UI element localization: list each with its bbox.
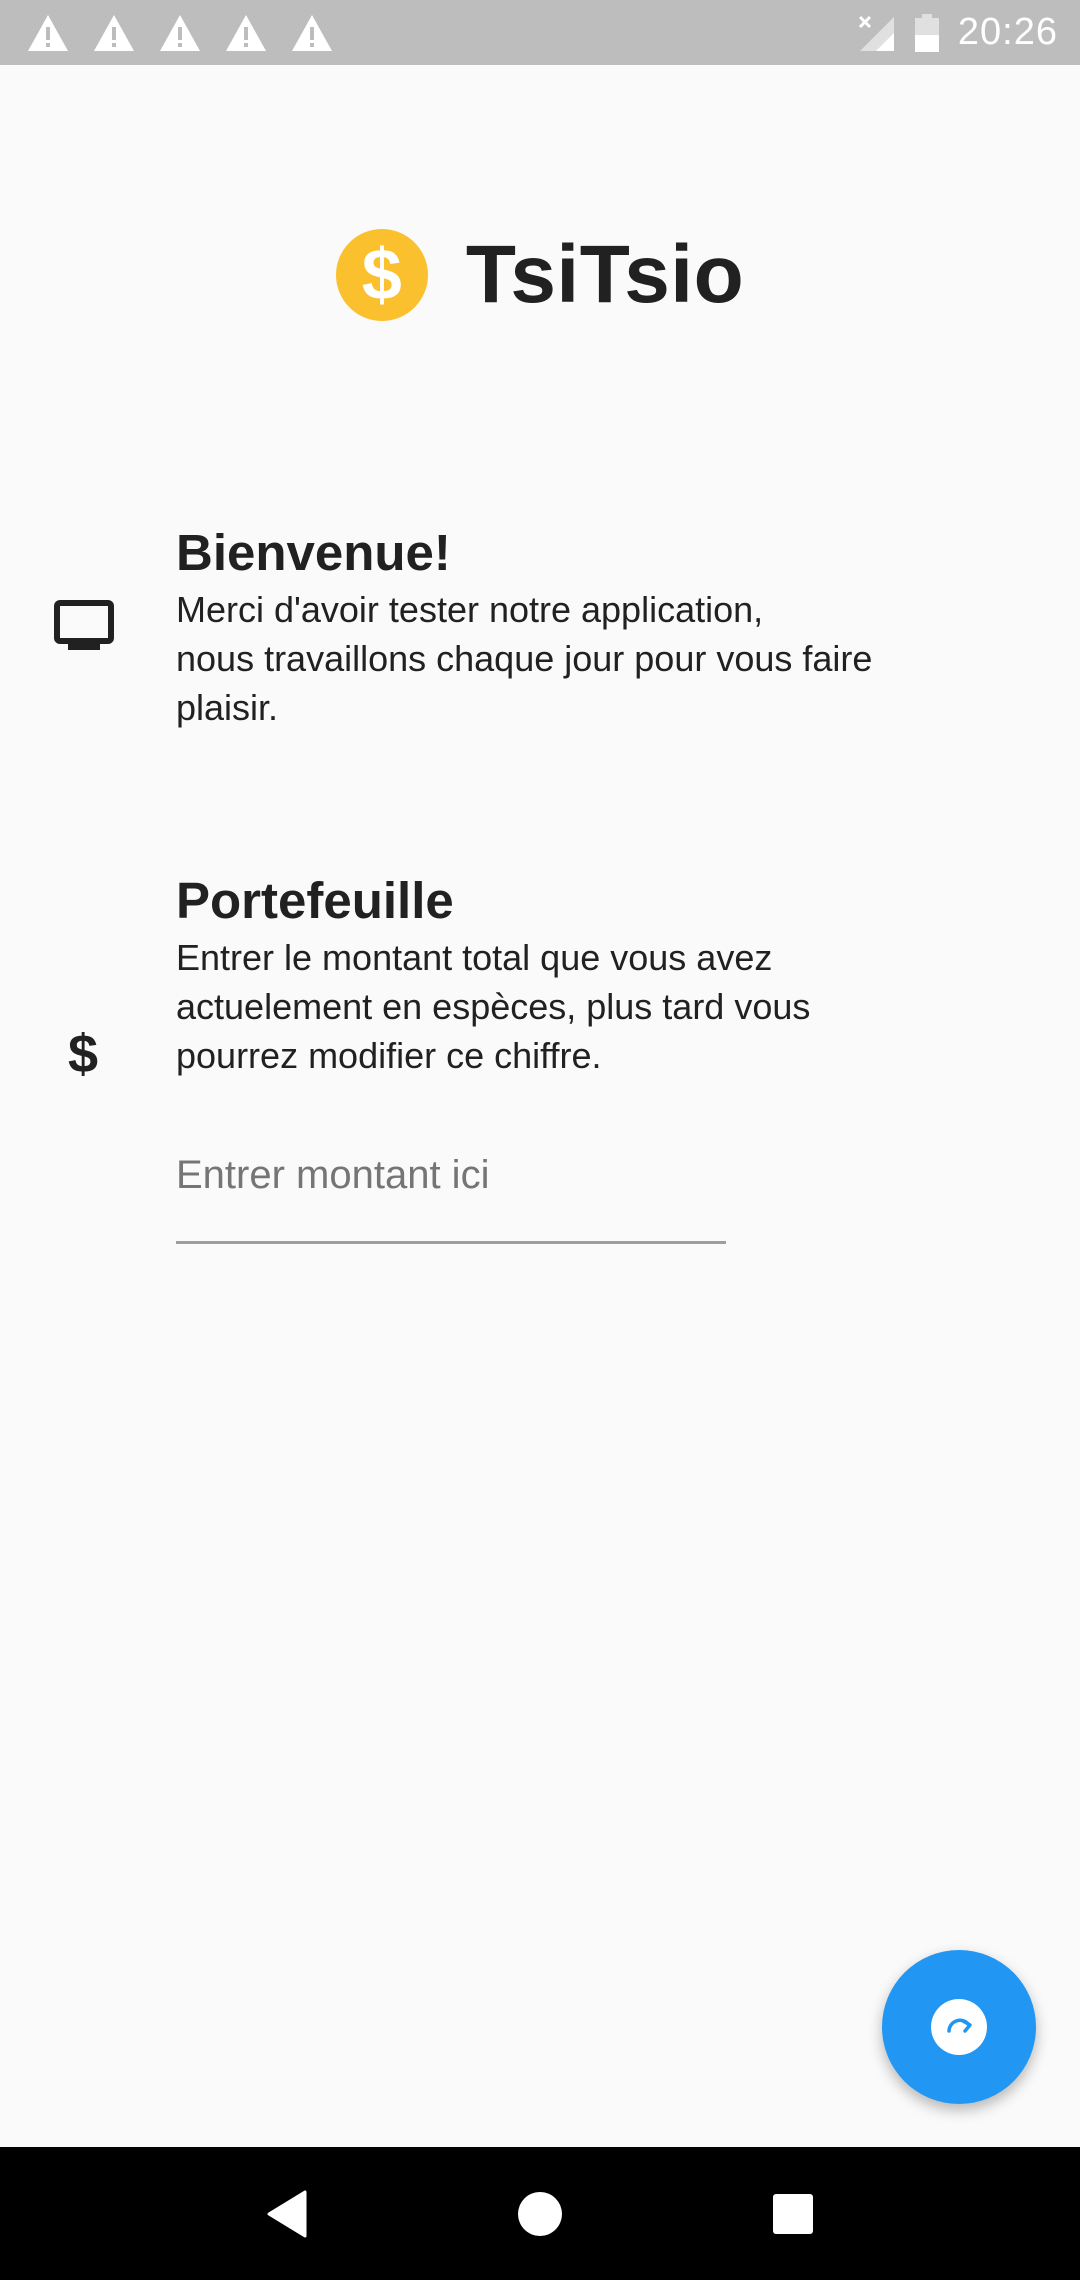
no-signal-icon (858, 15, 894, 51)
wallet-text: Entrer le montant total que vous avez ac… (176, 937, 811, 1077)
status-time: 20:26 (957, 11, 1058, 53)
coin-symbol: $ (361, 235, 402, 315)
app-screen: 20:26 $ TsiTsio Bienvenue! Merci d'avoir… (0, 0, 1080, 2280)
system-nav-bar (0, 2147, 1080, 2280)
welcome-section: Bienvenue! Merci d'avoir tester notre ap… (0, 524, 1080, 745)
back-button[interactable] (237, 2164, 337, 2264)
wallet-title: Portefeuille (176, 872, 454, 929)
back-triangle-icon (267, 2190, 307, 2237)
dollar-icon: $ (68, 1024, 99, 1084)
welcome-text: Merci d'avoir tester notre application, … (176, 589, 873, 729)
warning-icon (292, 14, 332, 51)
recents-square-icon (773, 2193, 814, 2234)
monitor-icon (54, 600, 114, 650)
warning-icon (28, 14, 68, 51)
welcome-title: Bienvenue! (176, 524, 451, 581)
refresh-icon (931, 1999, 987, 2055)
notification-icons (26, 13, 334, 53)
warning-icon (226, 14, 266, 51)
battery-icon (914, 13, 939, 52)
recents-button[interactable] (743, 2164, 843, 2264)
amount-field[interactable] (176, 1140, 726, 1244)
warning-icon (94, 14, 134, 51)
app-header: $ TsiTsio (0, 225, 1080, 325)
status-indicators: 20:26 (856, 11, 1058, 54)
refresh-fab-button[interactable] (882, 1950, 1036, 2104)
amount-input[interactable] (176, 1140, 726, 1210)
status-bar: 20:26 (0, 0, 1080, 65)
welcome-body: Bienvenue! Merci d'avoir tester notre ap… (176, 524, 1026, 732)
home-circle-icon (517, 2191, 562, 2236)
warning-icon (160, 14, 200, 51)
wallet-body: Portefeuille Entrer le montant total que… (176, 872, 1026, 1080)
app-title: TsiTsio (465, 229, 745, 320)
dollar-coin-icon: $ (335, 229, 428, 321)
home-button[interactable] (490, 2164, 590, 2264)
